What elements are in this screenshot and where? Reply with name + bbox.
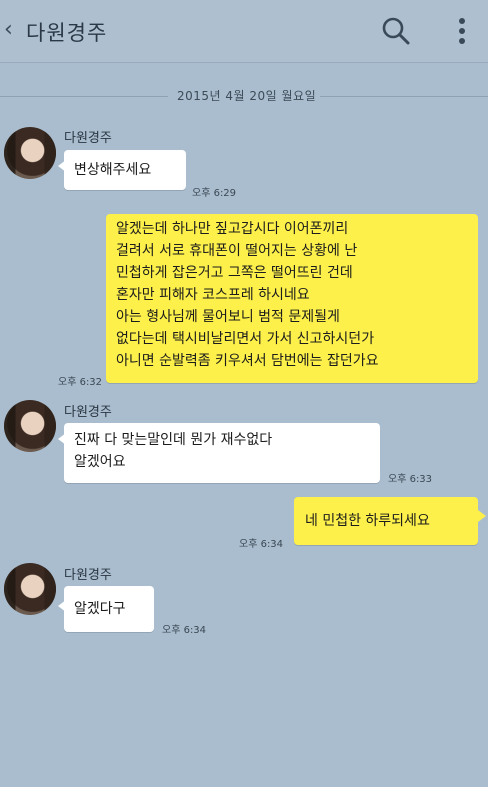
- chat-header: ‹ 다원경주: [0, 0, 488, 63]
- message-time: 오후 6:29: [192, 188, 237, 199]
- sender-name: 다원경주: [64, 405, 112, 420]
- message-time: 오후 6:33: [388, 474, 433, 485]
- message-text-line: 아니면 순발력좀 키우셔서 담번에는 잡던가요: [116, 353, 379, 369]
- date-divider: 2015년 4월 20일 월요일: [0, 86, 488, 106]
- date-divider-text: 2015년 4월 20일 월요일: [177, 89, 317, 103]
- chat-title: 다원경주: [26, 21, 108, 45]
- more-vertical-icon[interactable]: [452, 14, 472, 48]
- message-time: 오후 6:34: [162, 625, 207, 636]
- bubble-tail: [478, 510, 486, 522]
- avatar[interactable]: [4, 127, 56, 179]
- avatar[interactable]: [4, 563, 56, 615]
- divider-line-right: [320, 96, 488, 97]
- avatar-hair: [4, 563, 56, 615]
- avatar-hair: [4, 127, 56, 179]
- message-text-line: 민첩하게 잡은거고 그쪽은 떨어뜨린 건데: [116, 265, 353, 281]
- message-text-line: 알겠다구: [74, 601, 126, 617]
- back-chevron-icon[interactable]: ‹: [4, 18, 24, 42]
- message-bubble-outgoing[interactable]: 알겠는데 하나만 짚고갑시다 이어폰끼리 걸려서 서로 휴대폰이 떨어지는 상황…: [106, 214, 478, 383]
- sender-name: 다원경주: [64, 568, 112, 583]
- message-text-line: 네 민첩한 하루되세요: [305, 513, 430, 529]
- sender-name: 다원경주: [64, 131, 112, 146]
- divider-line-left: [0, 96, 168, 97]
- message-time: 오후 6:34: [239, 539, 284, 550]
- message-bubble-incoming[interactable]: 알겠다구: [64, 586, 154, 632]
- avatar[interactable]: [4, 400, 56, 452]
- message-bubble-incoming[interactable]: 진짜 다 맞는말인데 뭔가 재수없다 알겠어요: [64, 423, 380, 483]
- message-text-line: 진짜 다 맞는말인데 뭔가 재수없다: [74, 432, 273, 448]
- message-text-line: 아는 형사님께 물어보니 범적 문제될게: [116, 309, 340, 325]
- message-bubble-outgoing[interactable]: 네 민첩한 하루되세요: [294, 497, 478, 545]
- search-icon[interactable]: [381, 16, 411, 46]
- avatar-hair: [4, 400, 56, 452]
- message-text-line: 알겠는데 하나만 짚고갑시다 이어폰끼리: [116, 221, 349, 237]
- message-text-line: 혼자만 피해자 코스프레 하시네요: [116, 287, 310, 303]
- message-text-line: 알겠어요: [74, 454, 126, 470]
- message-text-line: 걸려서 서로 휴대폰이 떨어지는 상황에 난: [116, 243, 358, 259]
- message-time: 오후 6:32: [58, 377, 103, 388]
- message-text-line: 변상해주세요: [74, 162, 152, 178]
- message-bubble-incoming[interactable]: 변상해주세요: [64, 150, 186, 190]
- message-text-line: 없다는데 택시비날리면서 가서 신고하시던가: [116, 331, 375, 347]
